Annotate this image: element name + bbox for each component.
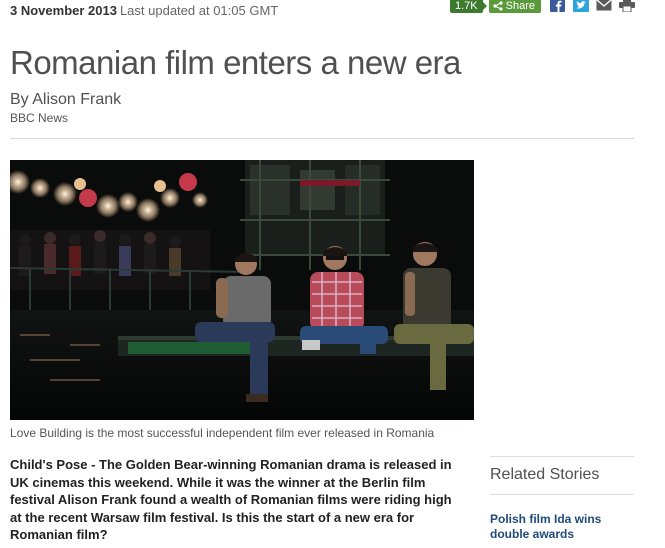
social-icons (549, 0, 635, 12)
facebook-icon[interactable] (549, 0, 566, 12)
related-stories: Related Stories Polish film Ida wins dou… (490, 456, 634, 542)
organization: BBC News (10, 111, 69, 125)
date-text: 3 November 2013 (10, 3, 117, 18)
article-photo (10, 160, 474, 420)
share-icon (493, 1, 503, 11)
share-widget[interactable]: 1.7K Share (450, 0, 541, 14)
share-label: Share (505, 0, 535, 12)
twitter-icon[interactable] (572, 0, 589, 12)
share-count: 1.7K (450, 0, 487, 13)
share-button[interactable]: Share (488, 0, 541, 13)
last-updated: Last updated at 01:05 GMT (119, 3, 279, 18)
image-caption: Love Building is the most successful ind… (10, 426, 435, 440)
related-divider (490, 494, 634, 495)
article-intro: Child's Pose - The Golden Bear-winning R… (10, 457, 452, 542)
related-divider-top (490, 456, 634, 457)
related-title: Related Stories (490, 466, 600, 483)
email-icon[interactable] (595, 0, 612, 12)
print-icon[interactable] (618, 0, 635, 12)
divider (10, 138, 634, 139)
author-byline: By Alison Frank (10, 91, 122, 108)
related-story-link[interactable]: Polish film Ida wins double awards (490, 512, 634, 542)
page-title: Romanian film enters a new era (10, 44, 461, 81)
publish-date: 3 November 2013 Last updated at 01:05 GMT (10, 3, 278, 18)
top-bar: 3 November 2013 Last updated at 01:05 GMT… (0, 0, 665, 22)
